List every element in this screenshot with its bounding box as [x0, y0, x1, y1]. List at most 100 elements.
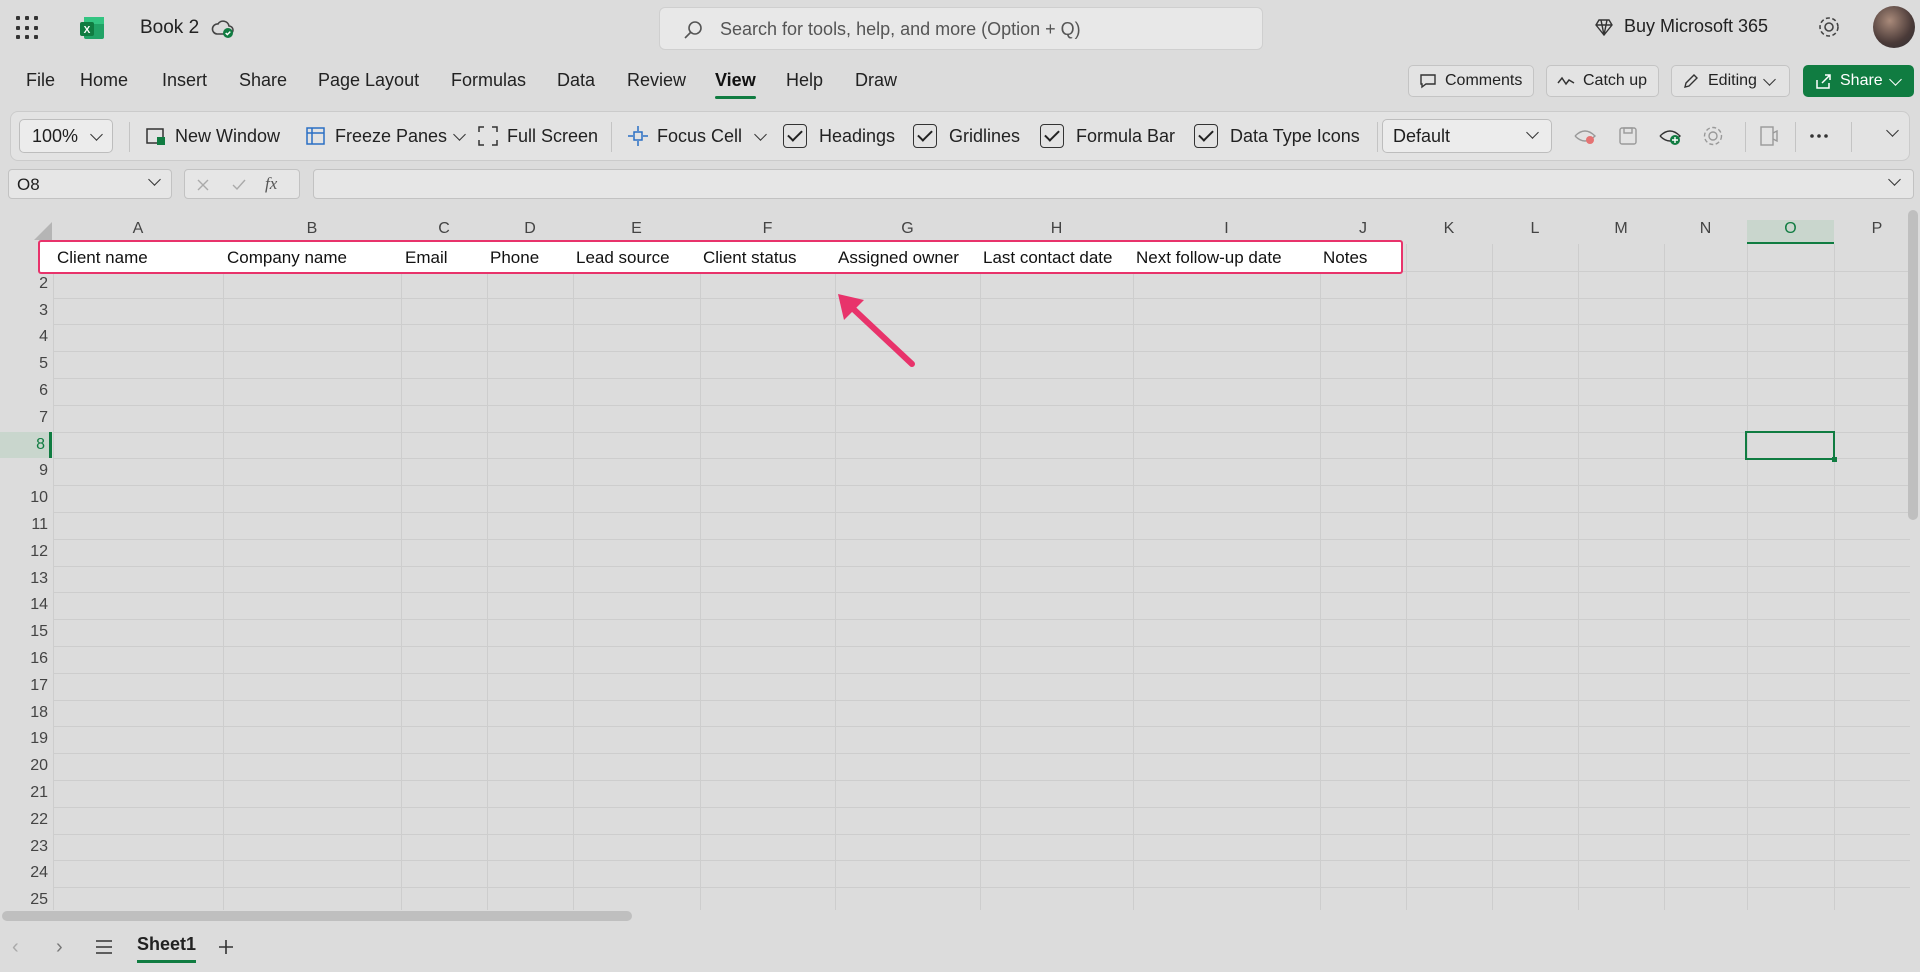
tab-review[interactable]: Review	[627, 70, 686, 91]
row-header[interactable]: 22	[0, 807, 52, 834]
excel-logo-icon[interactable]: X	[78, 14, 106, 42]
row-header[interactable]: 3	[0, 298, 52, 325]
row-header[interactable]: 5	[0, 351, 52, 378]
cell-d1[interactable]: Phone	[490, 248, 539, 268]
row-header[interactable]: 24	[0, 860, 52, 887]
cell-j1[interactable]: Notes	[1323, 248, 1367, 268]
cell-h1[interactable]: Last contact date	[983, 248, 1112, 268]
prev-sheet-chevron-icon[interactable]: ‹	[12, 936, 19, 959]
row-header[interactable]: 23	[0, 834, 52, 861]
tab-help[interactable]: Help	[786, 70, 823, 91]
row-header[interactable]: 2	[0, 271, 52, 298]
ribbon-collapse-chevron-icon[interactable]	[1886, 124, 1899, 137]
new-view-icon[interactable]	[1658, 124, 1682, 148]
cancel-icon[interactable]	[195, 177, 211, 193]
row-header-selected[interactable]: 8	[0, 431, 52, 459]
column-header-selected[interactable]: O	[1747, 220, 1834, 244]
gridline	[53, 887, 1910, 889]
row-header[interactable]: 4	[0, 324, 52, 351]
cell-g1[interactable]: Assigned owner	[838, 248, 959, 268]
tab-page-layout[interactable]: Page Layout	[318, 70, 419, 91]
tab-insert[interactable]: Insert	[162, 70, 207, 91]
row-header[interactable]: 13	[0, 566, 52, 593]
row-header[interactable]: 12	[0, 539, 52, 566]
column-header[interactable]: N	[1664, 220, 1747, 244]
tab-home[interactable]: Home	[80, 70, 128, 91]
row-header[interactable]: 25	[0, 887, 52, 910]
insert-function-icon[interactable]: fx	[265, 174, 277, 194]
share-button[interactable]: Share	[1803, 65, 1914, 97]
row-header[interactable]: 9	[0, 458, 52, 485]
row-header[interactable]: 20	[0, 753, 52, 780]
row-header[interactable]: 7	[0, 405, 52, 432]
gridlines-checkbox[interactable]: Gridlines	[913, 112, 1020, 160]
settings-gear-icon[interactable]	[1816, 14, 1842, 40]
sheet-tab-sheet1[interactable]: Sheet1	[137, 934, 197, 963]
view-options-gear-icon[interactable]	[1701, 124, 1725, 148]
row-header[interactable]: 15	[0, 619, 52, 646]
add-sheet-icon[interactable]	[216, 937, 236, 957]
tab-view[interactable]: View	[715, 70, 756, 99]
next-sheet-chevron-icon[interactable]: ›	[56, 936, 63, 959]
row-header[interactable]: 14	[0, 592, 52, 619]
cell-a1[interactable]: Client name	[57, 248, 148, 268]
row-header[interactable]: 19	[0, 726, 52, 753]
cell-i1[interactable]: Next follow-up date	[1136, 248, 1282, 268]
spreadsheet-grid[interactable]: A B C D E F G H I J K L M N O P 12345678…	[0, 210, 1910, 910]
vertical-scrollbar[interactable]	[1908, 210, 1918, 520]
tab-share[interactable]: Share	[239, 70, 287, 91]
save-view-icon[interactable]	[1616, 124, 1640, 148]
search-box[interactable]: Search for tools, help, and more (Option…	[659, 7, 1263, 50]
column-header[interactable]: L	[1492, 220, 1578, 244]
immersive-reader-icon[interactable]	[1757, 124, 1781, 148]
comment-icon	[1420, 74, 1436, 89]
full-screen-icon	[478, 126, 498, 146]
sheet-view-select[interactable]: Default	[1382, 119, 1552, 153]
column-header[interactable]: M	[1578, 220, 1664, 244]
catch-up-button[interactable]: Catch up	[1546, 65, 1659, 97]
row-header[interactable]: 10	[0, 485, 52, 512]
cell-e1[interactable]: Lead source	[576, 248, 670, 268]
focus-cell-button[interactable]: Focus Cell	[627, 112, 767, 160]
row-header[interactable]: 17	[0, 673, 52, 700]
tab-draw[interactable]: Draw	[855, 70, 897, 91]
column-header[interactable]: K	[1406, 220, 1492, 244]
formula-expand-chevron-icon[interactable]	[1888, 173, 1901, 186]
horizontal-scrollbar[interactable]	[2, 911, 632, 921]
zoom-select[interactable]: 100%	[19, 119, 113, 153]
select-all-corner-icon[interactable]	[34, 222, 52, 240]
app-launcher-icon[interactable]	[16, 16, 40, 40]
workbook-title[interactable]: Book 2	[140, 17, 199, 39]
active-cell-o8[interactable]	[1745, 431, 1837, 462]
cell-c1[interactable]: Email	[405, 248, 448, 268]
cloud-saved-icon[interactable]	[210, 15, 236, 41]
svg-text:X: X	[84, 25, 91, 36]
headings-checkbox[interactable]: Headings	[783, 112, 895, 160]
row-header[interactable]: 21	[0, 780, 52, 807]
cell-f1[interactable]: Client status	[703, 248, 797, 268]
column-header[interactable]: P	[1834, 220, 1910, 244]
formula-bar-checkbox[interactable]: Formula Bar	[1040, 112, 1175, 160]
exit-view-icon[interactable]	[1573, 124, 1597, 148]
comments-button[interactable]: Comments	[1408, 65, 1534, 97]
tab-formulas[interactable]: Formulas	[451, 70, 526, 91]
tab-file[interactable]: File	[26, 70, 55, 91]
row-header[interactable]: 16	[0, 646, 52, 673]
editing-mode-button[interactable]: Editing	[1671, 65, 1790, 97]
buy-microsoft-365-button[interactable]: Buy Microsoft 365	[1594, 16, 1768, 37]
row-header[interactable]: 11	[0, 512, 52, 539]
row-header[interactable]: 6	[0, 378, 52, 405]
data-type-icons-checkbox[interactable]: Data Type Icons	[1194, 112, 1360, 160]
tab-data[interactable]: Data	[557, 70, 595, 91]
all-sheets-menu-icon[interactable]	[94, 938, 114, 956]
new-window-button[interactable]: New Window	[145, 112, 280, 160]
freeze-panes-button[interactable]: Freeze Panes	[305, 112, 466, 160]
enter-check-icon[interactable]	[231, 177, 247, 193]
name-box[interactable]: O8	[8, 169, 172, 199]
user-avatar[interactable]	[1873, 6, 1915, 48]
row-header[interactable]: 18	[0, 700, 52, 727]
more-options-icon[interactable]	[1807, 124, 1831, 148]
full-screen-button[interactable]: Full Screen	[477, 112, 598, 160]
cell-b1[interactable]: Company name	[227, 248, 347, 268]
formula-input[interactable]	[313, 169, 1914, 199]
